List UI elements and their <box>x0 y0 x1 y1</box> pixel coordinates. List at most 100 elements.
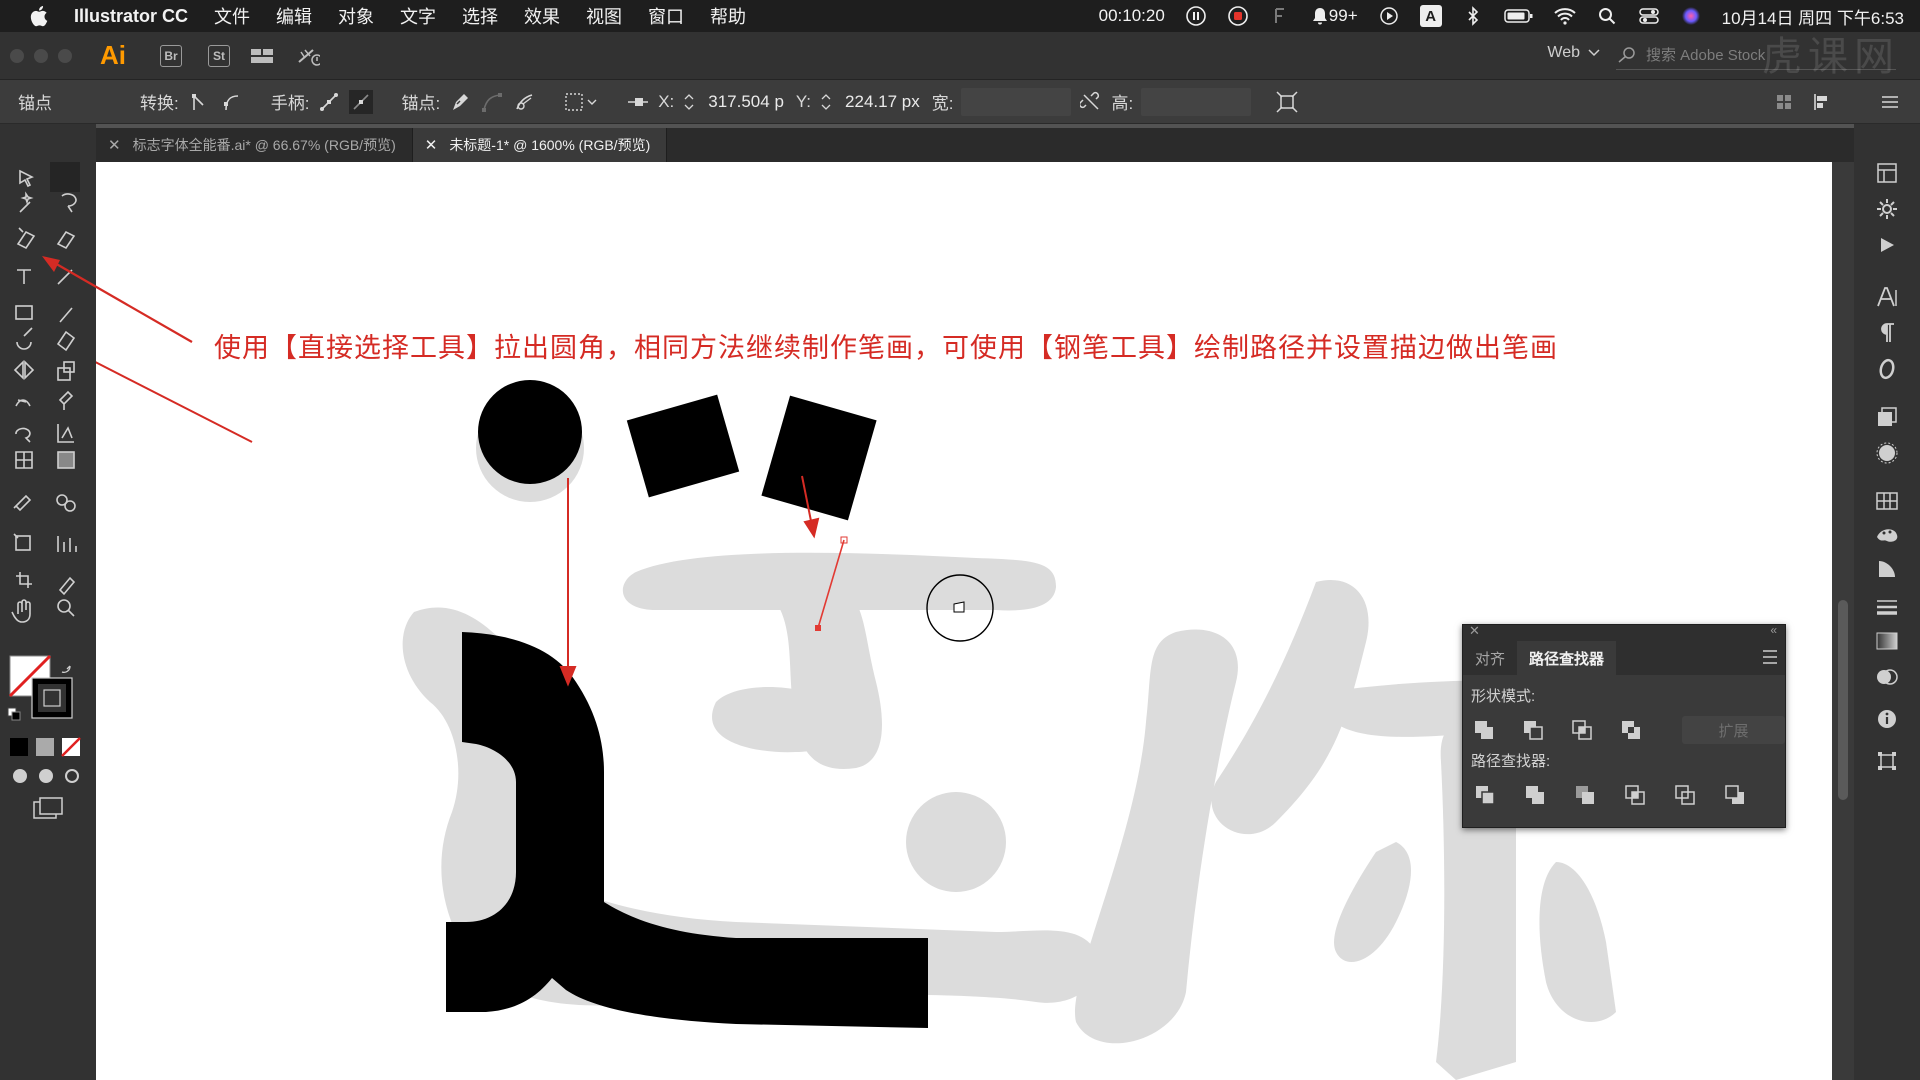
stroke-color-swatch[interactable] <box>34 680 74 720</box>
wifi-icon[interactable] <box>1553 5 1576 27</box>
mesh-tool[interactable] <box>10 446 40 476</box>
exclude-icon[interactable] <box>1617 716 1644 744</box>
record-stop-icon[interactable] <box>1227 5 1249 27</box>
play-circle-icon[interactable] <box>1378 5 1400 27</box>
properties-panel-icon[interactable] <box>1874 160 1900 186</box>
none-mode-button[interactable] <box>60 736 82 758</box>
draw-normal-icon[interactable] <box>8 764 32 788</box>
arrange-documents-icon[interactable] <box>250 44 274 68</box>
menu-object[interactable]: 对象 <box>338 3 374 29</box>
panel-titlebar[interactable]: ✕ « <box>1463 623 1785 641</box>
paragraph-panel-icon[interactable] <box>1874 320 1900 346</box>
selection-tool[interactable] <box>10 162 40 192</box>
blend-tool[interactable] <box>50 488 80 518</box>
symbol-sprayer-tool[interactable] <box>10 528 40 558</box>
artboard-tool[interactable] <box>10 566 40 596</box>
symbols-panel-icon[interactable] <box>1874 556 1900 582</box>
reference-point-icon[interactable] <box>626 90 650 114</box>
stock-button[interactable]: St <box>208 44 230 67</box>
convert-to-smooth-icon[interactable] <box>219 90 243 114</box>
apple-icon[interactable] <box>26 3 52 29</box>
hand-tool[interactable] <box>10 596 40 626</box>
x-input[interactable]: 317.504 p <box>704 88 788 116</box>
distribute-icon[interactable] <box>1812 90 1836 114</box>
menu-view[interactable]: 视图 <box>586 3 622 29</box>
screen-mode-icon[interactable] <box>32 796 64 820</box>
transform-each-icon[interactable] <box>1275 90 1299 114</box>
eraser-tool[interactable] <box>50 330 80 360</box>
align-options-icon[interactable] <box>1772 90 1796 114</box>
input-method-icon[interactable]: A <box>1419 5 1442 27</box>
direct-selection-tool[interactable] <box>50 162 80 192</box>
line-segment-tool[interactable] <box>50 262 80 292</box>
menu-window[interactable]: 窗口 <box>648 3 684 29</box>
minus-front-icon[interactable] <box>1520 716 1547 744</box>
gradient-tool[interactable] <box>50 446 80 476</box>
artboard-canvas[interactable]: 使用【直接选择工具】拉出圆角，相同方法继续制作笔画，可使用【钢笔工具】绘制路径并… <box>96 162 1844 1080</box>
menu-select[interactable]: 选择 <box>462 3 498 29</box>
app-name-menu[interactable]: Illustrator CC <box>74 6 188 27</box>
workspace-switcher[interactable]: Web <box>1547 44 1600 62</box>
remove-anchor-icon[interactable] <box>448 90 472 114</box>
window-close-button[interactable] <box>10 48 24 63</box>
swap-fill-stroke-icon[interactable] <box>58 654 76 672</box>
unite-icon[interactable] <box>1471 716 1498 744</box>
rectangle-tool[interactable] <box>10 298 40 328</box>
draw-inside-icon[interactable] <box>60 764 84 788</box>
convert-to-corner-icon[interactable] <box>187 90 211 114</box>
menu-effect[interactable]: 效果 <box>524 3 560 29</box>
divide-icon[interactable] <box>1471 781 1499 809</box>
gpu-performance-icon[interactable] <box>296 44 320 68</box>
color-mode-button[interactable] <box>8 736 30 758</box>
transform-panel-icon[interactable] <box>1874 748 1900 774</box>
gradient-mode-button[interactable] <box>34 736 56 758</box>
transparency-panel-icon[interactable] <box>1874 664 1900 690</box>
bridge-button[interactable]: Br <box>160 44 182 67</box>
puppet-warp-tool[interactable] <box>50 392 80 422</box>
gradient-panel-icon[interactable] <box>1874 628 1900 654</box>
opentype-panel-icon[interactable] <box>1874 356 1900 382</box>
vertical-scrollbar[interactable] <box>1832 162 1854 1080</box>
crop-icon[interactable] <box>1621 781 1649 809</box>
y-stepper-icon[interactable] <box>819 90 833 114</box>
character-panel-icon[interactable] <box>1874 284 1900 310</box>
type-tool[interactable] <box>10 262 40 292</box>
constrain-proportions-icon[interactable] <box>1079 90 1103 114</box>
menu-edit[interactable]: 编辑 <box>276 3 312 29</box>
stroke-panel-icon[interactable] <box>1874 594 1900 620</box>
width-tool[interactable] <box>10 392 40 422</box>
swatches-panel-icon[interactable] <box>1874 488 1900 514</box>
lasso-tool[interactable] <box>50 190 80 220</box>
pen-tool[interactable] <box>10 224 40 254</box>
select-similar-icon[interactable] <box>564 90 598 114</box>
zoom-tool[interactable] <box>50 596 80 626</box>
eyedropper-tool[interactable] <box>10 488 40 518</box>
curvature-tool[interactable] <box>50 224 80 254</box>
scrollbar-thumb[interactable] <box>1838 600 1848 800</box>
layers-panel-icon[interactable] <box>1874 404 1900 430</box>
menu-type[interactable]: 文字 <box>400 3 436 29</box>
brushes-panel-icon[interactable] <box>1874 522 1900 548</box>
info-panel-icon[interactable] <box>1874 706 1900 732</box>
panel-menu-icon[interactable] <box>1878 90 1902 114</box>
tab-untitled-document[interactable]: ✕ 未标题-1* @ 1600% (RGB/预览) <box>412 128 668 162</box>
window-minimize-button[interactable] <box>34 48 48 63</box>
control-center-icon[interactable] <box>1638 5 1660 27</box>
default-colors-icon[interactable] <box>6 704 24 722</box>
app-status-icon[interactable] <box>1269 5 1291 27</box>
shaper-tool[interactable] <box>10 330 40 360</box>
appearance-panel-icon[interactable] <box>1874 440 1900 466</box>
minus-back-icon[interactable] <box>1721 781 1749 809</box>
trim-icon[interactable] <box>1521 781 1549 809</box>
tab-align[interactable]: 对齐 <box>1463 641 1517 675</box>
draw-behind-icon[interactable] <box>34 764 58 788</box>
panel-menu-icon[interactable] <box>1763 650 1777 664</box>
height-input[interactable] <box>1141 87 1252 116</box>
battery-icon[interactable] <box>1503 5 1534 27</box>
scale-tool[interactable] <box>50 360 80 390</box>
width-input[interactable] <box>961 87 1072 116</box>
window-zoom-button[interactable] <box>58 48 72 63</box>
column-graph-tool[interactable] <box>50 528 80 558</box>
outline-icon[interactable] <box>1671 781 1699 809</box>
gear-icon[interactable] <box>1874 196 1900 222</box>
